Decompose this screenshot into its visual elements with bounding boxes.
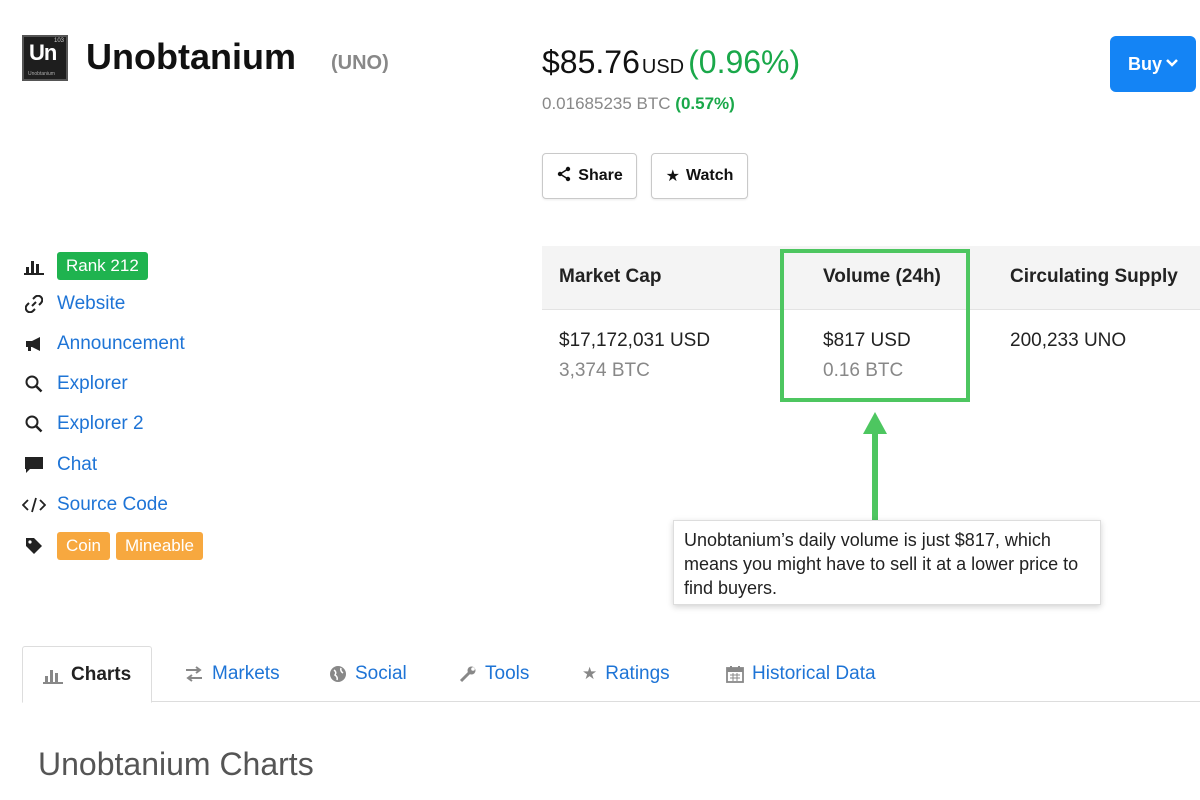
explorer-link[interactable]: Explorer bbox=[57, 373, 128, 395]
link-chat[interactable]: Chat bbox=[22, 450, 97, 480]
chat-link[interactable]: Chat bbox=[57, 454, 97, 476]
link-icon bbox=[22, 292, 46, 316]
market-cap-header: Market Cap bbox=[559, 266, 662, 287]
rank-badge: Rank 212 bbox=[57, 252, 148, 280]
logo-caption: Unobtanium bbox=[28, 71, 55, 77]
star-icon: ★ bbox=[582, 664, 598, 683]
coin-name: Unobtanium bbox=[86, 36, 296, 77]
tag-coin[interactable]: Coin bbox=[57, 532, 110, 560]
wrench-icon bbox=[459, 665, 477, 683]
announcement-link[interactable]: Announcement bbox=[57, 333, 185, 355]
coin-symbol: (UNO) bbox=[331, 52, 389, 74]
share-label: Share bbox=[578, 167, 623, 184]
tags-row: Coin Mineable bbox=[22, 531, 203, 561]
website-link[interactable]: Website bbox=[57, 293, 125, 315]
supply-value: 200,233 UNO bbox=[1010, 330, 1127, 351]
explorer-2-link[interactable]: Explorer 2 bbox=[57, 413, 144, 435]
tab-markets[interactable]: Markets bbox=[184, 646, 280, 702]
watch-button[interactable]: ★ Watch bbox=[651, 153, 748, 199]
tab-charts-label: Charts bbox=[71, 663, 132, 685]
watch-label: Watch bbox=[685, 167, 734, 184]
tab-historical-data[interactable]: Historical Data bbox=[726, 646, 876, 702]
market-cap-usd: $17,172,031 USD bbox=[559, 330, 711, 351]
annotation-arrow-head bbox=[863, 412, 887, 434]
exchange-icon bbox=[184, 666, 204, 682]
tab-bar: Charts Markets Social Tools ★ Ratings Hi… bbox=[22, 646, 1200, 703]
link-explorer-2[interactable]: Explorer 2 bbox=[22, 409, 144, 439]
annotation-arrow-shaft bbox=[872, 432, 878, 522]
search-icon bbox=[22, 372, 46, 396]
source-code-link[interactable]: Source Code bbox=[57, 494, 168, 516]
link-announcement[interactable]: Announcement bbox=[22, 329, 185, 359]
market-cap-btc: 3,374 BTC bbox=[559, 360, 650, 381]
section-title: Unobtanium Charts bbox=[38, 746, 314, 782]
link-source-code[interactable]: Source Code bbox=[22, 490, 168, 520]
calendar-icon bbox=[726, 665, 744, 683]
buy-button[interactable]: Buy bbox=[1110, 36, 1196, 92]
coin-logo: Un 103 Unobtanium bbox=[22, 35, 68, 81]
buy-label: Buy bbox=[1127, 53, 1162, 74]
logo-symbol: Un bbox=[29, 40, 57, 65]
volume-highlight-box bbox=[780, 249, 970, 402]
btc-change: (0.57%) bbox=[675, 94, 735, 113]
price-currency: USD bbox=[641, 56, 685, 78]
btc-price-row: 0.01685235 BTC (0.57%) bbox=[542, 94, 735, 114]
tab-charts[interactable]: Charts bbox=[22, 646, 153, 703]
megaphone-icon bbox=[22, 332, 46, 356]
price-btc: 0.01685235 BTC bbox=[542, 94, 671, 113]
tab-tools[interactable]: Tools bbox=[459, 646, 529, 702]
tab-historical-data-label: Historical Data bbox=[752, 663, 876, 684]
tab-social-label: Social bbox=[355, 663, 407, 684]
supply-header: Circulating Supply bbox=[1010, 266, 1178, 287]
share-icon bbox=[556, 166, 572, 187]
tag-icon bbox=[22, 534, 46, 558]
search-icon bbox=[22, 412, 46, 436]
annotation-callout: Unobtanium’s daily volume is just $817, … bbox=[673, 520, 1101, 605]
chat-icon bbox=[22, 453, 46, 477]
tab-social[interactable]: Social bbox=[329, 646, 407, 702]
tab-ratings-label: Ratings bbox=[605, 663, 670, 684]
star-icon: ★ bbox=[665, 168, 680, 185]
chevron-down-icon bbox=[1166, 57, 1178, 72]
price-change: (0.96%) bbox=[688, 44, 801, 80]
link-explorer[interactable]: Explorer bbox=[22, 369, 128, 399]
logo-number: 103 bbox=[53, 38, 64, 44]
code-icon bbox=[22, 493, 46, 517]
tab-ratings[interactable]: ★ Ratings bbox=[582, 646, 670, 702]
bar-chart-icon bbox=[43, 666, 63, 684]
share-button[interactable]: Share bbox=[542, 153, 637, 199]
tab-tools-label: Tools bbox=[485, 663, 530, 684]
tag-list: Coin Mineable bbox=[57, 532, 209, 560]
price-row: $85.76 USD (0.96%) bbox=[542, 44, 800, 81]
bar-chart-icon bbox=[22, 254, 46, 278]
globe-icon bbox=[329, 665, 347, 683]
link-website[interactable]: Website bbox=[22, 289, 125, 319]
tag-mineable[interactable]: Mineable bbox=[115, 532, 203, 560]
rank-row: Rank 212 bbox=[22, 251, 148, 281]
tab-markets-label: Markets bbox=[212, 663, 280, 684]
price-usd: $85.76 bbox=[542, 44, 640, 80]
